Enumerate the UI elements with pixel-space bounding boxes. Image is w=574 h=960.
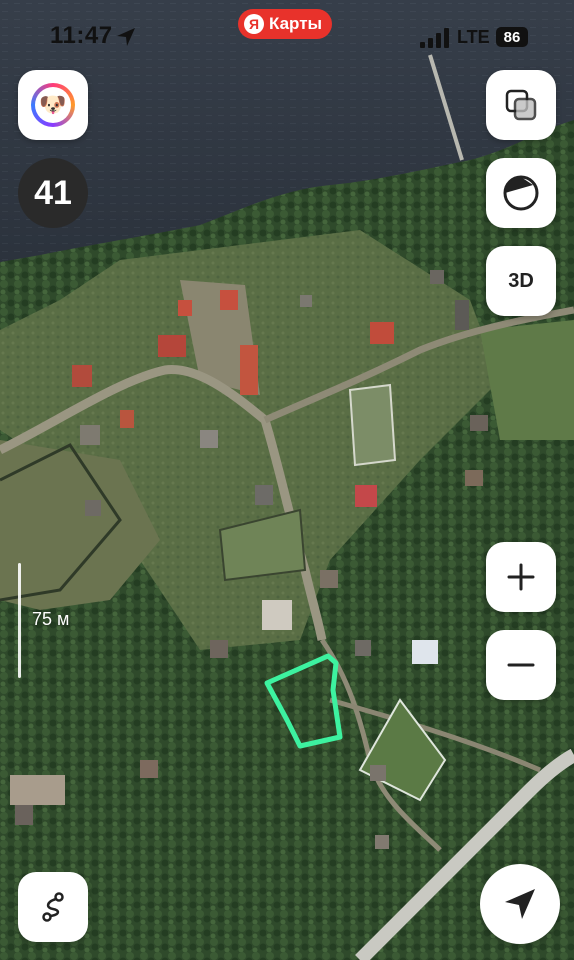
battery-indicator: 86 — [496, 27, 528, 47]
status-time: 11:47 — [50, 22, 113, 49]
3d-button[interactable]: 3D — [486, 246, 556, 316]
satellite-map[interactable] — [0, 0, 574, 960]
yandex-maps-badge[interactable]: Я Карты — [238, 9, 333, 39]
zoom-in-button[interactable] — [486, 542, 556, 612]
network-type: LTE — [457, 27, 490, 47]
navigation-arrow-icon — [505, 889, 535, 919]
layers-icon — [505, 89, 537, 121]
scale-label: 75 м — [32, 609, 70, 629]
location-arrow-icon — [117, 28, 135, 46]
route-icon — [42, 892, 64, 922]
profile-button[interactable]: 🐶 — [18, 70, 88, 140]
zoom-out-button[interactable] — [486, 630, 556, 700]
greenhouse-plot — [348, 383, 397, 467]
map-style-icon — [503, 175, 539, 211]
route-button[interactable] — [18, 872, 88, 942]
map-style-button[interactable] — [486, 158, 556, 228]
yandex-logo: Я — [244, 14, 264, 34]
layers-button[interactable] — [486, 70, 556, 140]
my-location-button[interactable] — [480, 864, 560, 944]
signal-icon — [420, 28, 449, 48]
minus-icon — [507, 663, 535, 667]
plus-icon — [507, 563, 535, 591]
counter-badge[interactable]: 41 — [18, 158, 88, 228]
brand-name: Карты — [269, 14, 323, 33]
scale-bar — [18, 563, 21, 678]
dog-avatar-icon: 🐶 — [35, 87, 71, 123]
avatar: 🐶 — [31, 83, 75, 127]
